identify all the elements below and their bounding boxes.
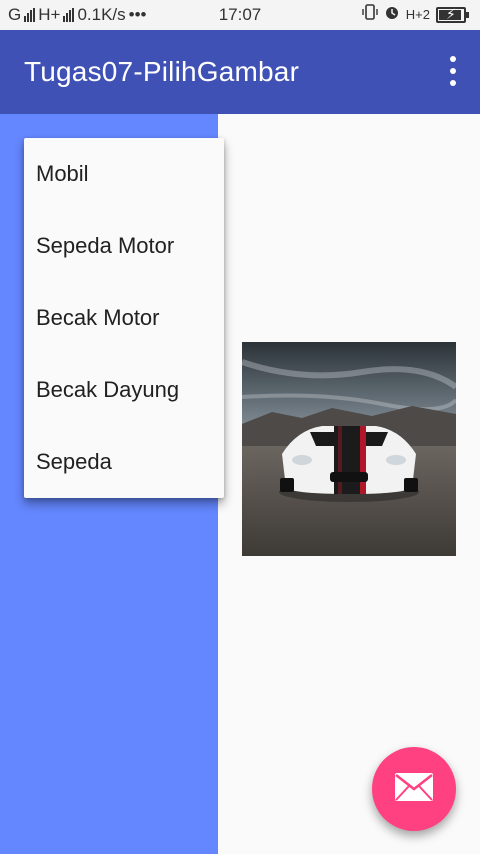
dropdown-item-mobil[interactable]: Mobil [24,138,224,210]
network-h2-label: H+2 [405,7,430,22]
mail-fab-button[interactable] [372,747,456,831]
spinner-dropdown: Mobil Sepeda Motor Becak Motor Becak Day… [24,138,224,498]
car-image [242,342,456,556]
app-title: Tugas07-PilihGambar [24,56,300,87]
dropdown-item-becak-motor[interactable]: Becak Motor [24,282,224,354]
dropdown-item-becak-dayung[interactable]: Becak Dayung [24,354,224,426]
status-bar: G H+ 0.1K/s ••• 17:07 H+2 ⚡ [0,0,480,30]
alarm-icon [384,4,400,25]
overflow-menu-icon[interactable] [448,56,458,86]
app-bar: Tugas07-PilihGambar [0,30,480,114]
battery-charging-icon: ⚡ [436,6,469,23]
dropdown-item-sepeda-motor[interactable]: Sepeda Motor [24,210,224,282]
dropdown-item-sepeda[interactable]: Sepeda [24,426,224,498]
status-right-group: H+2 ⚡ [362,4,469,25]
mail-icon [395,772,433,806]
vibrate-icon [362,4,378,25]
